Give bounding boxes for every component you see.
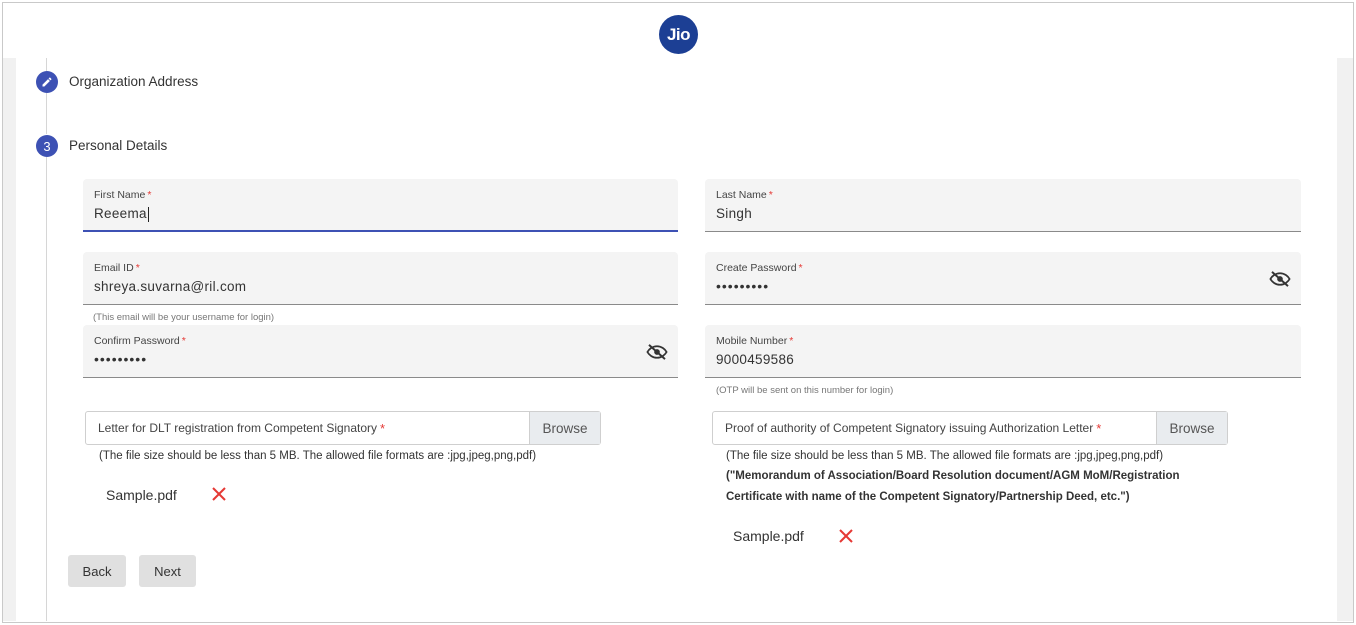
mobile-number-value: 9000459586: [716, 352, 795, 367]
dlt-letter-note: (The file size should be less than 5 MB.…: [99, 450, 537, 462]
remove-file-icon[interactable]: [839, 529, 853, 543]
email-field[interactable]: Email ID * shreya.suvarna@ril.com: [83, 252, 678, 305]
stepper-line-bottom: [46, 157, 47, 621]
dlt-letter-upload[interactable]: Letter for DLT registration from Compete…: [85, 411, 601, 445]
proof-authority-documents-note: ("Memorandum of Association/Board Resolu…: [726, 470, 1180, 503]
dlt-letter-browse-button[interactable]: Browse: [529, 412, 600, 444]
jio-logo: Jio: [659, 15, 698, 54]
create-password-value: •••••••••: [716, 278, 770, 294]
step-completed-badge[interactable]: [36, 71, 58, 93]
first-name-label: First Name *: [94, 189, 152, 201]
confirm-password-value: •••••••••: [94, 351, 148, 367]
dlt-letter-label: Letter for DLT registration from Compete…: [98, 420, 386, 436]
last-name-value: Singh: [716, 206, 753, 221]
proof-authority-browse-button[interactable]: Browse: [1156, 412, 1227, 444]
mobile-number-label: Mobile Number *: [716, 335, 794, 347]
step-label-organization-address[interactable]: Organization Address: [69, 74, 198, 89]
stepper-line-middle: [46, 93, 47, 134]
back-button[interactable]: Back: [68, 555, 126, 587]
confirm-password-label: Confirm Password *: [94, 335, 186, 347]
proof-authority-upload[interactable]: Proof of authority of Competent Signator…: [712, 411, 1228, 445]
left-gutter: [3, 58, 16, 621]
stepper-line-top: [46, 58, 47, 71]
last-name-field[interactable]: Last Name * Singh: [705, 179, 1301, 232]
next-button[interactable]: Next: [139, 555, 196, 587]
create-password-label: Create Password *: [716, 262, 803, 274]
mobile-hint: (OTP will be sent on this number for log…: [716, 385, 894, 396]
eye-off-icon[interactable]: [646, 344, 668, 360]
last-name-label: Last Name *: [716, 189, 773, 201]
first-name-field[interactable]: First Name * Reeema: [83, 179, 678, 232]
create-password-field[interactable]: Create Password * •••••••••: [705, 252, 1301, 305]
pencil-icon: [42, 77, 52, 87]
email-label: Email ID *: [94, 262, 140, 274]
proof-authority-file-name: Sample.pdf: [733, 528, 804, 544]
step-label-personal-details: Personal Details: [69, 138, 168, 153]
step-number-badge: 3: [36, 135, 58, 157]
right-gutter: [1337, 58, 1353, 621]
email-value: shreya.suvarna@ril.com: [94, 279, 247, 294]
email-hint: (This email will be your username for lo…: [93, 312, 275, 323]
header: Jio: [3, 3, 1353, 58]
dlt-letter-file-name: Sample.pdf: [106, 487, 177, 503]
first-name-value: Reeema: [94, 206, 149, 222]
proof-authority-label: Proof of authority of Competent Signator…: [725, 420, 1102, 436]
confirm-password-field[interactable]: Confirm Password * •••••••••: [83, 325, 678, 378]
mobile-number-field[interactable]: Mobile Number * 9000459586: [705, 325, 1301, 378]
proof-authority-note: (The file size should be less than 5 MB.…: [726, 450, 1164, 462]
eye-off-icon[interactable]: [1269, 271, 1291, 287]
remove-file-icon[interactable]: [212, 487, 226, 501]
